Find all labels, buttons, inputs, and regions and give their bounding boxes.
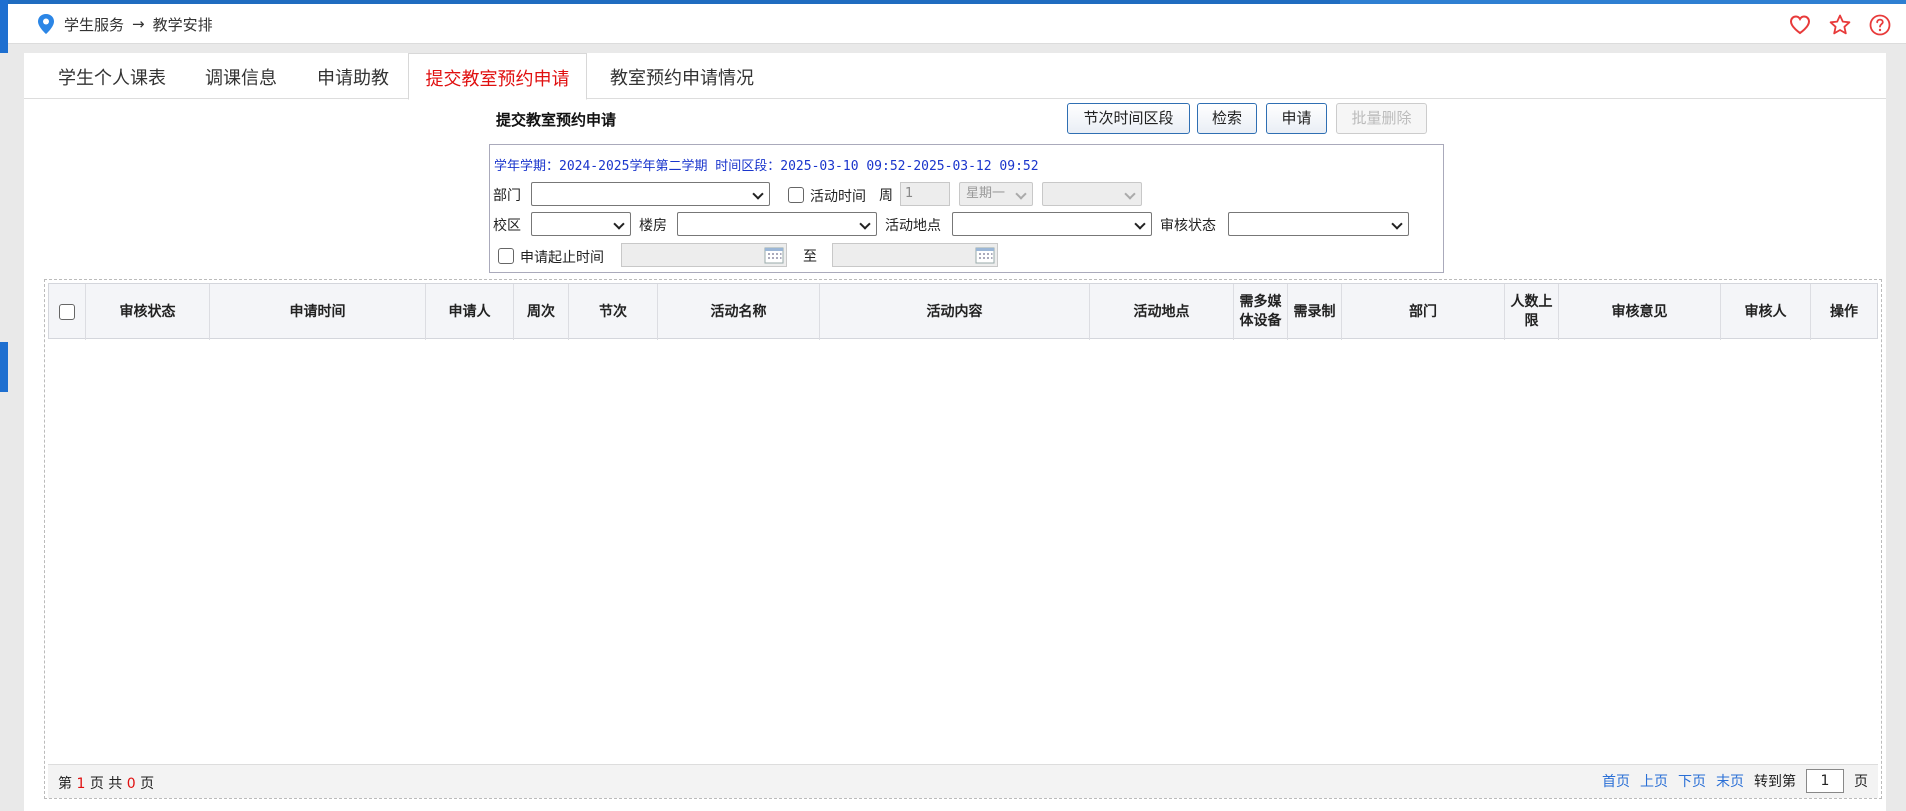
total-pages: 0 [126,776,136,792]
apply-button[interactable]: 申请 [1266,103,1327,134]
goto-suffix: 页 [1854,774,1868,790]
col-audit-opinion[interactable]: 审核意见 [1559,284,1721,340]
last-page-link[interactable]: 末页 [1716,771,1744,791]
prev-page-link[interactable]: 上页 [1640,771,1668,791]
start-date-input[interactable] [621,243,787,267]
heart-icon[interactable] [1788,13,1812,37]
location-select[interactable] [952,212,1152,236]
goto-page-input[interactable]: 1 [1806,769,1844,793]
breadcrumb: 学生服务 → 教学安排 [36,13,213,35]
col-week[interactable]: 周次 [514,284,569,340]
calendar-icon[interactable] [764,246,784,264]
col-apply-time[interactable]: 申请时间 [210,284,426,340]
location-pin-icon [38,14,54,34]
week-input[interactable]: 1 [900,182,950,206]
form-title: 提交教室预约申请 [496,111,617,129]
department-label: 部门 [493,188,521,204]
term-period-info: 学年学期：2024-2025学年第二学期 时间区段：2025-03-10 09:… [494,159,1039,174]
breadcrumb-arrow: → [132,15,145,33]
page-mid: 页 共 [89,776,123,792]
tab-apply-assistant[interactable]: 申请助教 [317,53,389,99]
week-label: 周 [879,188,893,204]
weekday-select[interactable]: 星期一 [959,182,1033,206]
col-activity-content[interactable]: 活动内容 [820,284,1090,340]
page-suffix: 页 [140,776,155,792]
date-range-label: 申请起止时间 [520,250,604,266]
col-actions[interactable]: 操作 [1811,284,1877,340]
left-accent-bar [0,0,8,53]
department-select[interactable] [531,182,770,206]
star-icon[interactable] [1828,13,1852,37]
batch-delete-button[interactable]: 批量删除 [1336,103,1427,134]
header-actions [1788,13,1892,37]
page-info: 第 1 页 共 0 页 [58,773,154,793]
pagination-bar: 第 1 页 共 0 页 首页 上页 下页 末页 转到第 1 页 [48,764,1878,798]
campus-label: 校区 [493,218,521,234]
breadcrumb-section[interactable]: 学生服务 [64,14,124,35]
current-page: 1 [76,776,86,792]
status-select[interactable] [1228,212,1409,236]
tab-booking-status[interactable]: 教室预约申请情况 [610,53,754,99]
building-select[interactable] [677,212,877,236]
col-applicant[interactable]: 申请人 [426,284,514,340]
building-label: 楼房 [639,218,667,234]
page-nav: 首页 上页 下页 末页 转到第 1 页 [1602,769,1868,793]
col-capacity-limit[interactable]: 人数上限 [1505,284,1559,340]
help-icon[interactable] [1868,13,1892,37]
breadcrumb-page: 教学安排 [152,15,213,34]
select-all-cell [49,284,86,340]
tab-personal-schedule[interactable]: 学生个人课表 [58,53,166,99]
col-multimedia[interactable]: 需多媒体设备 [1234,284,1288,340]
end-date-input[interactable] [832,243,998,267]
to-label: 至 [803,249,817,265]
tab-submit-classroom-booking[interactable]: 提交教室预约申请 [408,53,587,100]
select-all-checkbox[interactable] [59,304,75,320]
next-page-link[interactable]: 下页 [1678,771,1706,791]
col-department[interactable]: 部门 [1342,284,1505,340]
col-section[interactable]: 节次 [569,284,658,340]
col-activity-name[interactable]: 活动名称 [658,284,820,340]
goto-label: 转到第 [1754,774,1796,790]
left-accent-bar-lower [0,342,8,392]
location-label: 活动地点 [885,218,941,234]
query-panel: 学年学期：2024-2025学年第二学期 时间区段：2025-03-10 09:… [489,144,1444,273]
first-page-link[interactable]: 首页 [1602,771,1630,791]
table-header: 审核状态 申请时间 申请人 周次 节次 活动名称 活动内容 活动地点 需多媒体设… [48,283,1878,340]
col-audit-status[interactable]: 审核状态 [86,284,210,340]
status-label: 审核状态 [1160,218,1216,234]
page-header: 学生服务 → 教学安排 [8,4,1906,44]
search-button[interactable]: 检索 [1197,103,1257,134]
col-auditor[interactable]: 审核人 [1721,284,1811,340]
page-prefix: 第 [58,776,72,792]
section-select[interactable] [1042,182,1142,206]
activity-time-checkbox[interactable] [788,187,804,203]
tab-bar: 学生个人课表 调课信息 申请助教 提交教室预约申请 教室预约申请情况 [24,53,1886,100]
calendar-icon[interactable] [975,246,995,264]
tab-class-change-info[interactable]: 调课信息 [205,53,277,99]
date-range-checkbox[interactable] [498,248,514,264]
col-activity-location[interactable]: 活动地点 [1090,284,1234,340]
main-panel: 学生个人课表 调课信息 申请助教 提交教室预约申请 教室预约申请情况 提交教室预… [24,53,1886,811]
activity-time-label: 活动时间 [810,189,866,205]
results-grid: 审核状态 申请时间 申请人 周次 节次 活动名称 活动内容 活动地点 需多媒体设… [44,279,1882,799]
time-section-button[interactable]: 节次时间区段 [1067,103,1190,134]
campus-select[interactable] [531,212,631,236]
col-recording[interactable]: 需录制 [1288,284,1342,340]
